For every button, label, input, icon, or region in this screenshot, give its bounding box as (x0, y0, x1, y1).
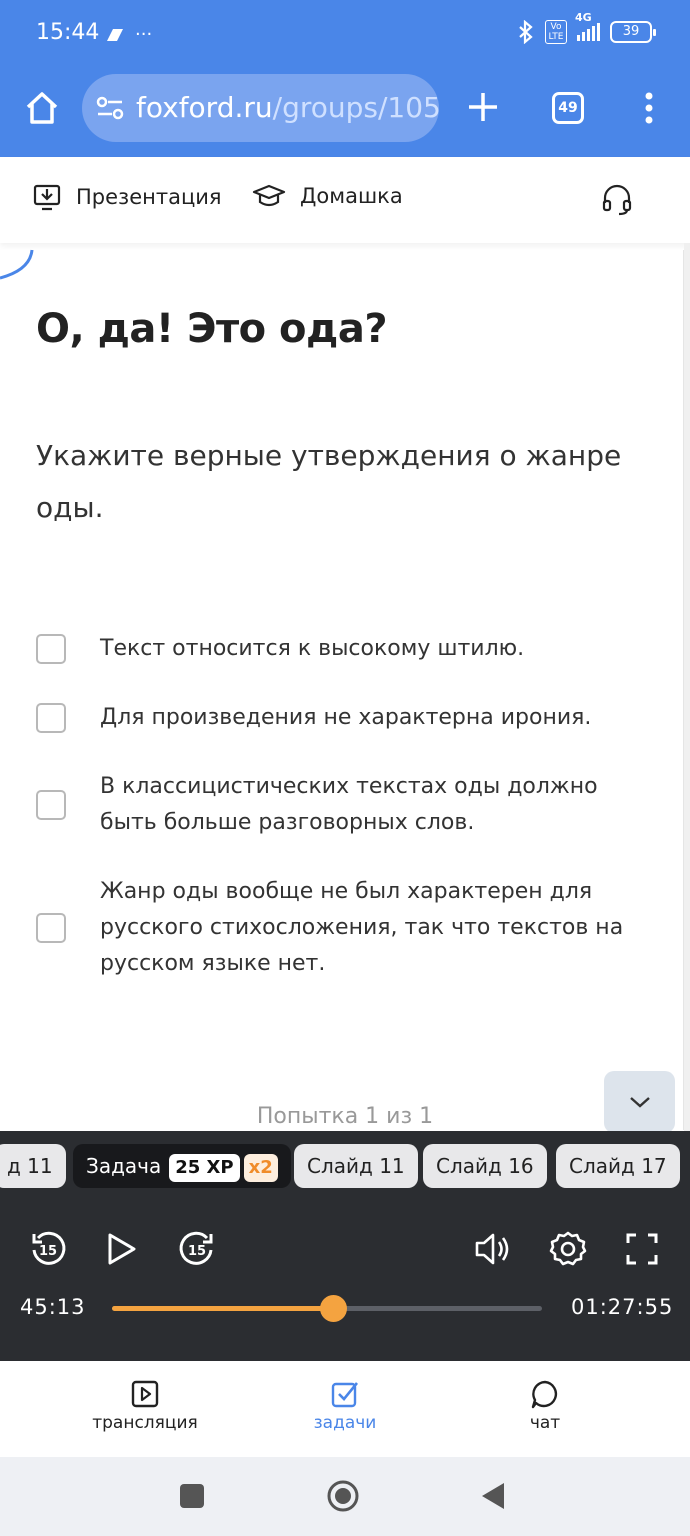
download-icon (33, 184, 61, 211)
presentation-button[interactable]: Презентация (32, 182, 222, 212)
home-icon[interactable] (22, 88, 62, 128)
slides-strip: д 11 Задача 25 XP x2 Слайд 11 Слайд 16 Сла… (0, 1131, 690, 1201)
option-2-checkbox[interactable] (36, 703, 66, 733)
task-card (0, 250, 684, 1130)
chip-slide-17[interactable]: Слайд 17 (556, 1144, 680, 1188)
bluetooth-icon (519, 20, 533, 44)
forward-15-icon[interactable]: 15 (177, 1229, 217, 1269)
progress-fill (112, 1306, 334, 1311)
scrollbar[interactable] (684, 243, 690, 1143)
more-vert-icon[interactable] (643, 92, 655, 124)
chat-bubble-icon (531, 1380, 558, 1409)
home-circle-icon[interactable] (326, 1479, 360, 1513)
svg-text:15: 15 (39, 1244, 57, 1259)
play-square-icon (131, 1380, 159, 1408)
xp-badge: 25 XP (169, 1154, 240, 1182)
option-1-checkbox[interactable] (36, 634, 66, 664)
bottom-navigation: трансляция задачи чат (0, 1361, 690, 1457)
task-title: О, да! Это ода? (36, 306, 388, 352)
option-3-text: В классицистических текстах оды должно б… (100, 774, 598, 835)
option-2[interactable]: Для произведения не характерна ирония. (36, 699, 656, 737)
nav-chat-label: чат (529, 1413, 561, 1433)
attempt-counter: Попытка 1 из 1 (256, 1104, 434, 1129)
check-square-icon (331, 1382, 359, 1408)
svg-text:15: 15 (188, 1244, 206, 1259)
battery-icon: 39 (610, 21, 656, 43)
browser-top-bar: 15:44 ··· Vo LTE 4G 39 foxford.ru/groups… (0, 0, 690, 157)
option-4[interactable]: Жанр оды вообще не был характерен для ру… (36, 873, 656, 983)
option-1-text: Текст относится к высокому штилю. (100, 636, 525, 661)
back-triangle-icon[interactable] (480, 1481, 506, 1511)
chip-slide-partial[interactable]: д 11 (0, 1144, 66, 1188)
status-left-icons: ··· (103, 24, 152, 45)
option-4-text: Жанр оды вообще не был характерен для ру… (100, 879, 624, 976)
nav-tasks-label: задачи (313, 1413, 377, 1433)
url-text: foxford.ru/groups/105 (136, 91, 439, 124)
headset-icon[interactable] (600, 183, 634, 217)
signal-icon: 4G (575, 11, 600, 41)
address-bar[interactable]: foxford.ru/groups/105 (82, 74, 439, 142)
option-1[interactable]: Текст относится к высокому штилю. (36, 630, 656, 668)
url-path: /groups/105 (272, 91, 439, 124)
chevron-down-icon (629, 1097, 650, 1108)
presentation-label: Презентация (76, 185, 222, 209)
option-3-checkbox[interactable] (36, 790, 66, 820)
nav-chat[interactable]: чат (470, 1379, 620, 1433)
scroll-down-button[interactable] (604, 1071, 675, 1133)
play-icon[interactable] (106, 1231, 138, 1267)
status-right-icons: Vo LTE 4G 39 (517, 11, 656, 44)
current-time: 45:13 (20, 1295, 86, 1319)
nav-stream[interactable]: трансляция (70, 1379, 220, 1433)
notification-icon (107, 28, 123, 41)
volume-icon[interactable] (474, 1231, 512, 1267)
graduation-cap-icon (252, 184, 286, 207)
video-player: 15 15 45:13 01:27:55 (0, 1201, 690, 1361)
option-2-text: Для произведения не характерна ирония. (100, 705, 592, 730)
system-navigation-bar (0, 1457, 690, 1536)
lesson-toolbar: Презентация Домашка (0, 157, 690, 243)
loading-arc-icon (0, 249, 34, 280)
status-time: 15:44 (36, 20, 100, 45)
nav-tasks[interactable]: задачи (270, 1379, 420, 1433)
task-question: Укажите верные утверждения о жанре оды. (36, 439, 622, 524)
option-4-checkbox[interactable] (36, 913, 66, 943)
tabs-count-button[interactable]: 49 (552, 92, 584, 124)
progress-slider[interactable] (112, 1295, 542, 1322)
option-3[interactable]: В классицистических текстах оды должно б… (36, 768, 656, 842)
rewind-15-icon[interactable]: 15 (28, 1229, 68, 1269)
new-tab-icon[interactable] (466, 90, 500, 124)
volte-icon: Vo LTE (545, 20, 567, 44)
chip-task-label: Задача (86, 1154, 162, 1178)
multiplier-badge: x2 (243, 1154, 278, 1182)
status-more: ··· (135, 24, 153, 45)
homework-button[interactable]: Домашка (252, 182, 403, 210)
chip-task-current[interactable]: Задача 25 XP x2 (73, 1144, 291, 1188)
chip-slide-11[interactable]: Слайд 11 (294, 1144, 418, 1188)
recents-icon[interactable] (179, 1483, 205, 1509)
fullscreen-icon[interactable] (625, 1232, 659, 1266)
total-time: 01:27:55 (571, 1295, 674, 1319)
chip-slide-16[interactable]: Слайд 16 (423, 1144, 547, 1188)
homework-label: Домашка (300, 184, 403, 208)
nav-stream-label: трансляция (92, 1413, 198, 1433)
site-settings-icon[interactable] (96, 96, 124, 120)
progress-knob[interactable] (319, 1295, 347, 1322)
url-domain: foxford.ru (136, 91, 273, 124)
settings-gear-icon[interactable] (549, 1230, 587, 1268)
